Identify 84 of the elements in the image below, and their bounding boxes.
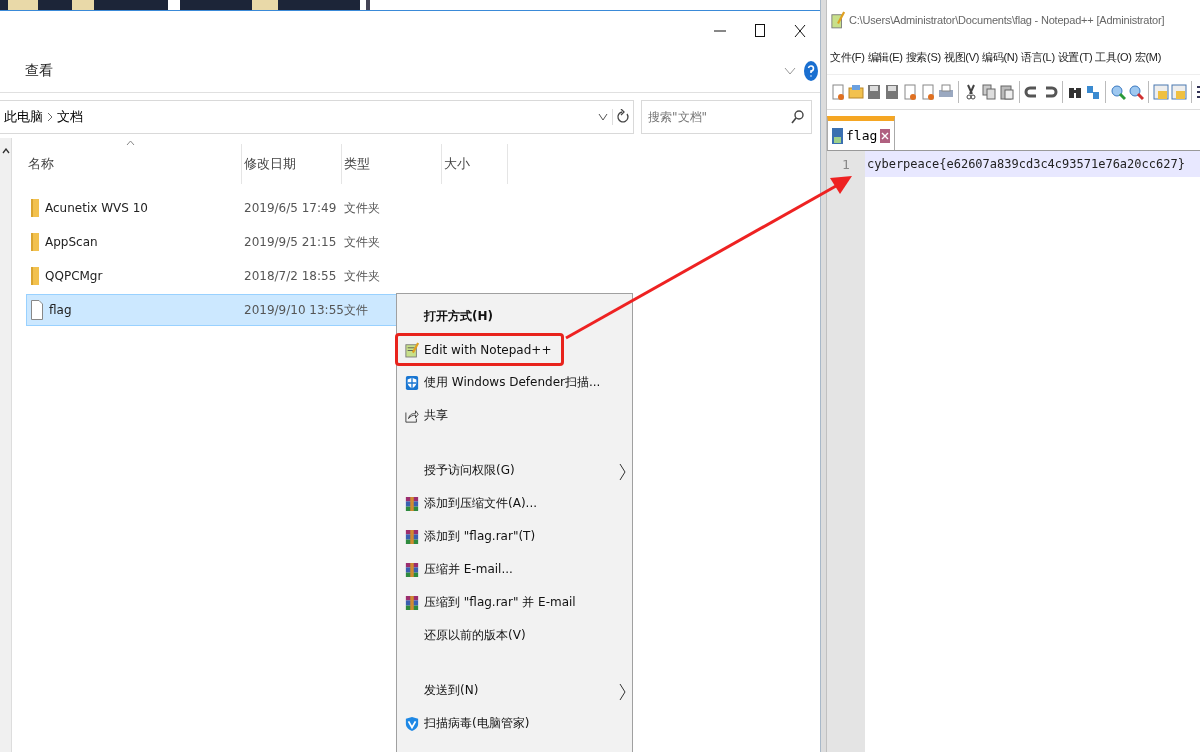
column-header[interactable]: 大小 [442, 144, 508, 184]
file-type: 文件夹 [344, 233, 380, 251]
document-icon[interactable] [830, 82, 846, 102]
menu-item[interactable]: 压缩到 "flag.rar" 并 E-mail [401, 586, 580, 619]
chevron-down-icon[interactable] [784, 67, 796, 75]
line-number: 1 [842, 156, 850, 172]
chevron-right-icon [47, 112, 53, 122]
archive-icon [405, 560, 419, 579]
file-name: QQPCMgr [45, 269, 103, 283]
shield-icon [405, 714, 419, 733]
breadcrumb-item[interactable]: 此电脑 [0, 108, 47, 126]
file-name: Acunetix WVS 10 [45, 201, 148, 215]
search-icon [791, 110, 804, 124]
ribbon-tab[interactable]: 查看 [25, 60, 53, 82]
modified-date: 2019/9/10 13:55 [244, 303, 344, 317]
file-icon [31, 300, 43, 320]
file-row[interactable]: QQPCMgr 2018/7/2 18:55 文件夹 [26, 260, 546, 292]
menu-item[interactable]: 宏(M) [1133, 49, 1163, 65]
floppy-icon [832, 127, 843, 144]
file-row[interactable]: Acunetix WVS 10 2019/6/5 17:49 文件夹 [26, 192, 546, 224]
notepad-icon [831, 10, 845, 30]
menu-item[interactable]: 压缩并 E-mail... [401, 553, 517, 586]
help-icon[interactable] [804, 61, 818, 81]
folder-icon [31, 267, 39, 285]
floppy-icon[interactable] [884, 82, 900, 102]
archive-icon [405, 593, 419, 612]
address-bar[interactable]: 此电脑 文档 [0, 100, 634, 134]
menu-item[interactable]: 添加到 "flag.rar"(T) [401, 520, 540, 553]
file-row[interactable]: AppScan 2019/9/5 21:15 文件夹 [26, 226, 546, 258]
file-type: 文件夹 [344, 199, 380, 217]
zoom-out-icon[interactable] [1128, 82, 1144, 102]
menu-item[interactable]: 编辑(E) [866, 49, 904, 65]
column-header[interactable]: 类型 [342, 144, 442, 184]
shield-icon [405, 373, 419, 392]
scissors-icon[interactable] [963, 82, 979, 102]
maximize-icon[interactable] [755, 24, 765, 37]
menu-item[interactable]: 扫描病毒(电脑管家) [401, 707, 534, 740]
file-name: flag [49, 303, 72, 317]
floppy-icon[interactable] [866, 82, 882, 102]
minimize-icon[interactable] [714, 29, 726, 32]
modified-date: 2018/7/2 18:55 [244, 269, 337, 283]
column-header[interactable]: 修改日期 [242, 144, 342, 184]
folder-icon [31, 199, 39, 217]
document-icon[interactable] [920, 82, 936, 102]
folder-icon [31, 233, 39, 251]
window-title: C:\Users\Administrator\Documents\flag - Notepad++ [Administrator] [849, 14, 1165, 26]
menu-item[interactable]: 使用 Windows Defender扫描... [401, 366, 605, 399]
menu-item[interactable]: 共享 [401, 399, 452, 432]
menu-item[interactable]: 文件(F) [829, 49, 866, 65]
file-type: 文件 [344, 301, 368, 319]
sort-caret-icon [126, 140, 135, 146]
menu-item[interactable]: 授予访问权限(G) [401, 454, 519, 487]
chevron-right-icon [619, 683, 626, 701]
search-field[interactable]: 搜索"文档" [641, 100, 812, 134]
folder-icon[interactable] [848, 82, 864, 102]
breadcrumb-item[interactable]: 文档 [53, 108, 87, 126]
file-name: AppScan [45, 235, 98, 249]
copy-icon[interactable] [981, 82, 997, 102]
notepad-icon [405, 340, 419, 359]
modified-date: 2019/6/5 17:49 [244, 201, 337, 215]
menu-item[interactable]: 视图(V) [942, 49, 981, 65]
paste-icon[interactable] [999, 82, 1015, 102]
chevron-right-icon [619, 463, 626, 481]
menu-item[interactable]: 编码(N) [981, 49, 1019, 65]
scroll-up-icon[interactable] [1, 148, 10, 154]
menu-item[interactable]: Edit with Notepad++ [395, 333, 565, 366]
file-type: 文件夹 [344, 267, 380, 285]
scrollbar[interactable] [0, 138, 12, 752]
dropdown-icon[interactable] [598, 113, 608, 121]
modified-date: 2019/9/5 21:15 [244, 235, 337, 249]
menu-item[interactable]: 发送到(N) [401, 674, 483, 707]
archive-icon [405, 527, 419, 546]
close-icon[interactable] [794, 23, 806, 38]
menu-item[interactable]: 工具(O) [1094, 49, 1133, 65]
menu-item[interactable]: 添加到压缩文件(A)... [401, 487, 541, 520]
document-icon[interactable] [902, 82, 918, 102]
file-tab[interactable]: flag [827, 116, 896, 150]
menu-item[interactable]: 设置(T) [1056, 49, 1094, 65]
menu-item[interactable]: 还原以前的版本(V) [401, 619, 530, 652]
menu-item[interactable]: 语言(L) [1019, 49, 1056, 65]
column-header[interactable]: 名称 [26, 144, 242, 184]
archive-icon [405, 494, 419, 513]
zoom-in-icon[interactable] [1110, 82, 1126, 102]
menu-item[interactable]: 搜索(S) [904, 49, 942, 65]
